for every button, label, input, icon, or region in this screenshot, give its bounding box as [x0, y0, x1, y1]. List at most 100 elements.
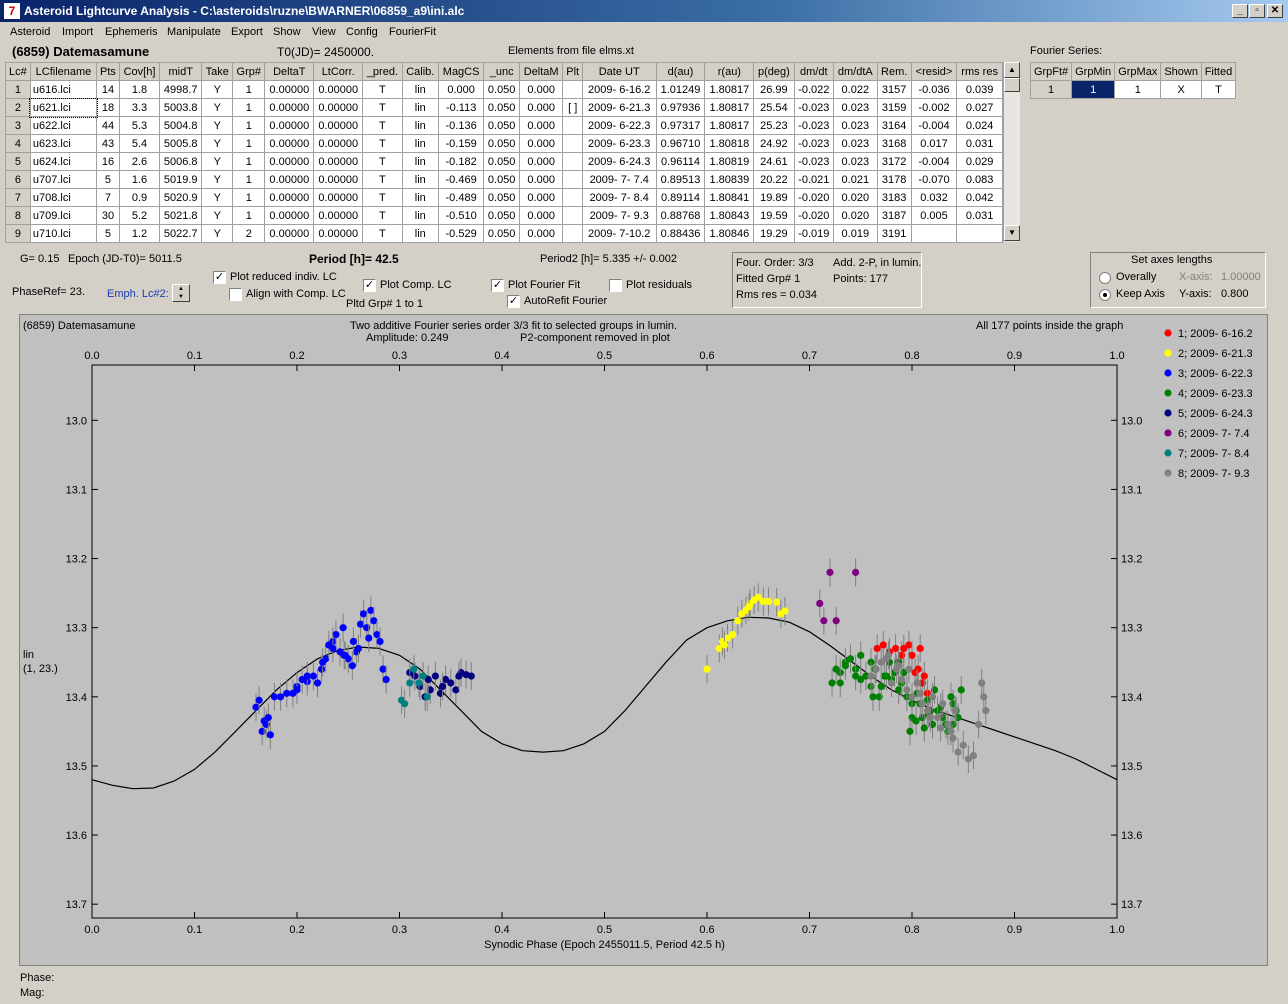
column-header[interactable]: Rem. — [876, 62, 912, 81]
table-cell[interactable]: -0.529 — [437, 224, 485, 243]
column-header[interactable]: Grp# — [232, 62, 266, 81]
table-cell[interactable]: lin — [401, 134, 439, 153]
table-cell[interactable]: 0.050 — [483, 98, 520, 117]
table-cell[interactable] — [562, 188, 583, 207]
table-cell[interactable]: 5020.9 — [159, 188, 203, 207]
table-row[interactable]: 7 u708.lci 7 0.9 5020.9 Y 1 0.00000 0.00000 Tlin -… — [5, 188, 1003, 207]
table-cell[interactable]: 0.00000 — [313, 152, 364, 171]
table-cell[interactable]: 5021.8 — [159, 206, 203, 225]
table-cell[interactable]: 0.00000 — [313, 98, 364, 117]
column-header[interactable]: r(au) — [704, 62, 755, 81]
table-cell[interactable]: 0.022 — [833, 80, 878, 99]
table-cell[interactable]: 2 — [232, 224, 266, 243]
column-header[interactable]: _pred. — [362, 62, 403, 81]
table-cell[interactable]: 0.023 — [833, 134, 878, 153]
table-cell[interactable]: 0.020 — [833, 188, 878, 207]
table-cell[interactable]: 0.00000 — [264, 206, 315, 225]
table-cell[interactable]: Y — [201, 98, 234, 117]
table-cell[interactable]: 0.00000 — [313, 170, 364, 189]
emph-spinner[interactable]: ▲ ▼ — [172, 284, 190, 302]
table-cell[interactable]: 1 — [232, 134, 266, 153]
table-cell[interactable]: 3191 — [876, 224, 912, 243]
table-cell[interactable]: 0.083 — [956, 170, 1003, 189]
table-cell[interactable]: 14 — [96, 80, 120, 99]
table-cell[interactable]: Y — [201, 188, 234, 207]
table-cell[interactable]: -0.020 — [793, 206, 835, 225]
table-cell[interactable]: 0.00000 — [264, 224, 315, 243]
table-cell[interactable]: 19.29 — [753, 224, 795, 243]
table-cell[interactable]: 5.4 — [118, 134, 161, 153]
table-cell[interactable]: 1 — [232, 206, 266, 225]
table-cell[interactable]: 0.00000 — [264, 116, 315, 135]
table-cell[interactable]: 1 — [232, 170, 266, 189]
plot-fourier-checkbox[interactable]: ✓ — [491, 279, 504, 292]
table-cell[interactable]: T — [362, 80, 403, 99]
table-cell[interactable]: 0.032 — [910, 188, 958, 207]
table-cell[interactable]: 5.3 — [118, 116, 161, 135]
table-cell[interactable]: 0.000 — [518, 206, 564, 225]
table-cell[interactable]: 1.01249 — [655, 80, 706, 99]
table-cell[interactable]: lin — [401, 116, 439, 135]
table-cell[interactable]: -0.469 — [437, 170, 485, 189]
table-cell[interactable]: 0.00000 — [313, 206, 364, 225]
table-cell[interactable]: Y — [201, 224, 234, 243]
table-cell[interactable]: -0.136 — [437, 116, 485, 135]
table-cell[interactable]: 5022.7 — [159, 224, 203, 243]
table-cell[interactable] — [562, 224, 583, 243]
table-cell[interactable]: 5003.8 — [159, 98, 203, 117]
menu-show[interactable]: Show — [273, 26, 301, 38]
table-cell[interactable]: 0.89114 — [655, 188, 706, 207]
plot-reduced-checkbox[interactable]: ✓ — [213, 271, 226, 284]
table-cell[interactable]: -0.004 — [910, 152, 958, 171]
scroll-thumb[interactable] — [1004, 78, 1020, 92]
table-cell[interactable]: 19.59 — [753, 206, 795, 225]
column-header[interactable]: <resid> — [910, 62, 958, 81]
menu-asteroid[interactable]: Asteroid — [10, 26, 50, 38]
table-cell[interactable]: T — [362, 170, 403, 189]
table-cell[interactable]: 1 — [232, 152, 266, 171]
table-cell[interactable]: -0.023 — [793, 152, 835, 171]
table-cell[interactable]: u622.lci — [29, 116, 98, 135]
table-cell[interactable]: 3178 — [876, 170, 912, 189]
table-cell[interactable]: 0.039 — [956, 80, 1003, 99]
table-cell[interactable]: 1.2 — [118, 224, 161, 243]
table-cell[interactable]: 0.97936 — [655, 98, 706, 117]
table-cell[interactable]: 0.89513 — [655, 170, 706, 189]
period-value[interactable]: Period [h]= 42.5 — [309, 252, 399, 266]
table-cell[interactable]: T — [362, 224, 403, 243]
menu-import[interactable]: Import — [62, 26, 93, 38]
table-cell[interactable]: 0.050 — [483, 206, 520, 225]
table-cell[interactable]: 0.88768 — [655, 206, 706, 225]
table-cell[interactable]: 0.000 — [518, 98, 564, 117]
phaseref-value[interactable]: PhaseRef= 23. — [12, 286, 85, 298]
overally-radio[interactable] — [1099, 272, 1111, 284]
table-cell[interactable]: 5 — [5, 152, 31, 171]
scroll-down-icon[interactable]: ▼ — [1004, 225, 1020, 241]
table-cell[interactable]: u708.lci — [29, 188, 98, 207]
column-header[interactable]: Date UT — [581, 62, 657, 81]
table-cell[interactable]: T — [362, 188, 403, 207]
table-cell[interactable]: 44 — [96, 116, 120, 135]
table-cell[interactable]: -0.510 — [437, 206, 485, 225]
table-cell[interactable]: 0.000 — [518, 80, 564, 99]
table-cell[interactable]: 26.99 — [753, 80, 795, 99]
table-cell[interactable]: 0.042 — [956, 188, 1003, 207]
table-cell[interactable]: 0.00000 — [313, 224, 364, 243]
table-cell[interactable]: 0.031 — [956, 206, 1003, 225]
table-cell[interactable]: lin — [401, 98, 439, 117]
table-cell[interactable]: 0.00000 — [313, 134, 364, 153]
table-cell[interactable]: -0.019 — [793, 224, 835, 243]
maximize-button[interactable]: ▫ — [1249, 4, 1265, 18]
column-header[interactable]: DeltaT — [264, 62, 315, 81]
table-cell[interactable]: 0.00000 — [264, 188, 315, 207]
table-cell[interactable] — [910, 224, 958, 243]
table-cell[interactable]: 0.029 — [956, 152, 1003, 171]
table-cell[interactable]: 1 — [1114, 80, 1162, 99]
table-cell[interactable]: 3157 — [876, 80, 912, 99]
column-header[interactable]: LCfilename — [29, 62, 98, 81]
table-cell[interactable]: 6 — [5, 170, 31, 189]
table-cell[interactable]: 2009- 7- 9.3 — [581, 206, 657, 225]
lightcurve-chart[interactable]: 0.0 0.0 0.1 0.1 0.2 0.2 0.3 0.3 0.4 0.4 0.5 0.5 0.6 0… — [20, 315, 1269, 967]
table-cell[interactable]: -0.002 — [910, 98, 958, 117]
align-comp-checkbox[interactable] — [229, 288, 242, 301]
